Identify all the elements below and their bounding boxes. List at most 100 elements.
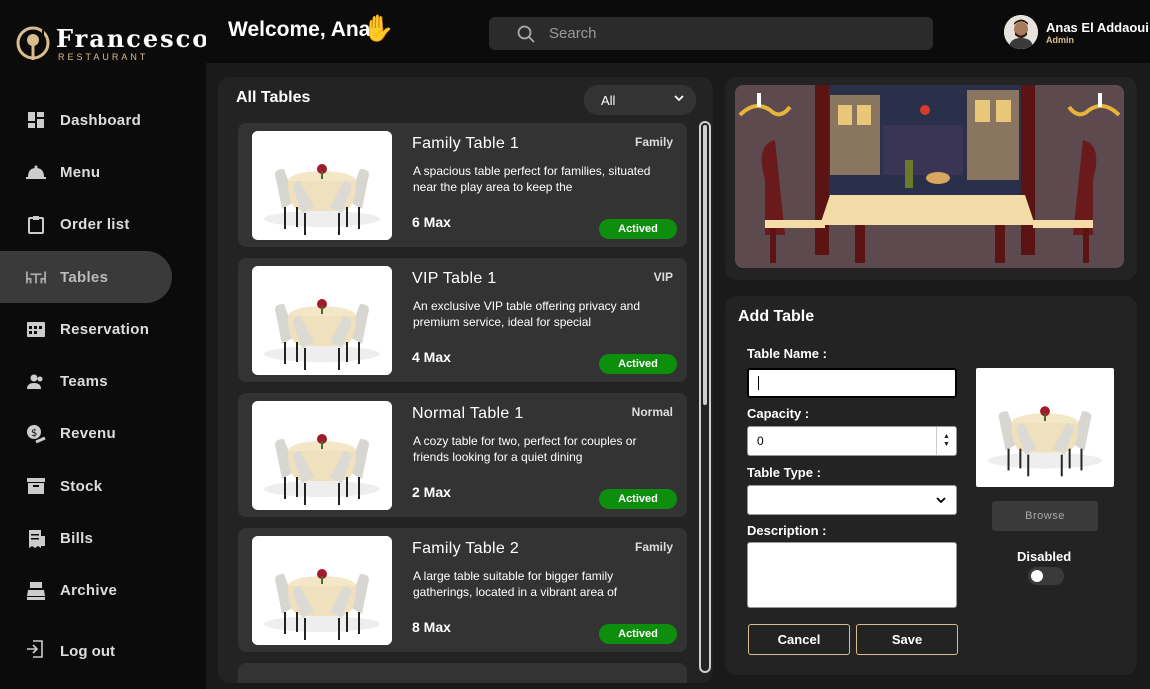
avatar[interactable] bbox=[1004, 15, 1038, 49]
table-capacity: 4 Max bbox=[412, 349, 451, 365]
logo[interactable]: Francesco RESTAURANT bbox=[16, 24, 208, 64]
stepper-arrows[interactable]: ▲ ▼ bbox=[936, 427, 956, 455]
scrollbar-thumb[interactable] bbox=[703, 125, 707, 405]
main-content: All Tables All Family Table 1 Family A s… bbox=[206, 63, 1150, 689]
scrollbar[interactable] bbox=[699, 121, 711, 673]
sidebar-item-label: Menu bbox=[60, 163, 101, 181]
panel-title: All Tables bbox=[236, 89, 311, 106]
form-title: Add Table bbox=[738, 308, 815, 325]
user-info: Anas El Addaoui Admin bbox=[1046, 20, 1149, 45]
sidebar-item-label: Order list bbox=[60, 216, 130, 234]
description-textarea[interactable] bbox=[747, 542, 957, 608]
capacity-value: 0 bbox=[757, 434, 764, 448]
table-name: Family Table 1 bbox=[412, 135, 520, 152]
table-name-label: Table Name : bbox=[747, 346, 827, 361]
sidebar-item-label: Tables bbox=[60, 268, 109, 286]
table-photo bbox=[252, 536, 392, 645]
status-badge: Actived bbox=[599, 489, 677, 509]
user-profile[interactable]: Anas El Addaoui Admin bbox=[1004, 15, 1149, 49]
sidebar-item-tables[interactable]: Tables bbox=[0, 250, 172, 304]
table-photo bbox=[976, 373, 1114, 482]
sidebar-item-teams[interactable]: Teams bbox=[0, 355, 172, 407]
logout-label: Log out bbox=[60, 642, 115, 660]
users-icon bbox=[26, 372, 46, 392]
status-badge: Actived bbox=[599, 219, 677, 239]
table-photo bbox=[252, 131, 392, 240]
text-caret bbox=[758, 376, 759, 390]
logout-button[interactable]: Log out bbox=[26, 640, 115, 662]
money-hand-icon: $ bbox=[26, 424, 46, 444]
logout-icon bbox=[26, 640, 44, 662]
disabled-toggle[interactable] bbox=[1028, 567, 1064, 585]
table-photo bbox=[252, 401, 392, 510]
sidebar-item-reservation[interactable]: Reservation bbox=[0, 303, 172, 355]
add-table-form: Add Table Table Name : Capacity : 0 ▲ ▼ … bbox=[725, 296, 1137, 675]
user-role: Admin bbox=[1046, 34, 1074, 45]
table-card[interactable]: Family Table 2 Family A large table suit… bbox=[238, 528, 687, 652]
sidebar-item-bills[interactable]: Bills bbox=[0, 512, 172, 564]
table-thumbnail bbox=[252, 401, 392, 510]
stepper-down-icon[interactable]: ▼ bbox=[943, 441, 950, 449]
dashboard-icon bbox=[26, 110, 46, 130]
table-card[interactable]: Normal Table 1 Normal A cozy table for t… bbox=[238, 393, 687, 517]
table-thumbnail bbox=[252, 131, 392, 240]
waving-hand-icon: ✋ bbox=[362, 14, 395, 44]
table-type-select[interactable] bbox=[747, 485, 957, 515]
all-tables-panel: All Tables All Family Table 1 Family A s… bbox=[218, 77, 713, 683]
search-bar[interactable] bbox=[489, 17, 933, 50]
chevron-down-icon bbox=[674, 95, 684, 102]
sidebar-item-order-list[interactable]: Order list bbox=[0, 199, 172, 251]
table-card[interactable]: VIP Table 1 VIP An exclusive VIP table o… bbox=[238, 258, 687, 382]
sidebar-item-dashboard[interactable]: Dashboard bbox=[0, 94, 172, 146]
filter-value: All bbox=[601, 92, 616, 108]
description-label: Description : bbox=[747, 523, 827, 538]
table-name: Normal Table 1 bbox=[412, 405, 524, 422]
table-thumbnail bbox=[252, 536, 392, 645]
table-type: VIP bbox=[653, 270, 673, 284]
clipboard-icon bbox=[26, 215, 46, 235]
sidebar-item-menu[interactable]: Menu bbox=[0, 146, 172, 198]
table-type: Family bbox=[634, 135, 673, 149]
table-description: A cozy table for two, perfect for couple… bbox=[413, 434, 637, 464]
stepper-up-icon[interactable]: ▲ bbox=[943, 433, 950, 441]
table-name-input[interactable] bbox=[747, 368, 957, 398]
table-card[interactable]: Family Table 1 Family A spacious table p… bbox=[238, 123, 687, 247]
sidebar-item-stock[interactable]: Stock bbox=[0, 460, 172, 512]
table-thumbnail bbox=[252, 266, 392, 375]
sidebar-item-label: Reservation bbox=[60, 320, 150, 338]
header: Welcome, Anas ✋ Anas El Addaoui Admin bbox=[206, 0, 1150, 63]
table-name: VIP Table 1 bbox=[412, 270, 497, 287]
capacity-label: Capacity : bbox=[747, 406, 810, 421]
table-description: An exclusive VIP table offering privacy … bbox=[413, 299, 641, 329]
sidebar-item-label: Teams bbox=[60, 373, 108, 391]
table-name: Family Table 2 bbox=[412, 540, 520, 557]
table-capacity: 8 Max bbox=[412, 619, 451, 635]
sidebar-item-archive[interactable]: Archive bbox=[0, 565, 172, 617]
browse-button[interactable]: Browse bbox=[992, 501, 1098, 531]
capacity-stepper[interactable]: 0 ▲ ▼ bbox=[747, 426, 957, 456]
app-subtitle: RESTAURANT bbox=[58, 52, 149, 62]
sidebar-item-label: Dashboard bbox=[60, 111, 142, 129]
toggle-knob[interactable] bbox=[1031, 570, 1043, 582]
sidebar-item-label: Bills bbox=[60, 530, 94, 548]
sidebar-item-revenu[interactable]: $ Revenu bbox=[0, 408, 172, 460]
sidebar-nav: Dashboard Menu Order list Tables Reserva… bbox=[0, 94, 206, 617]
table-capacity: 2 Max bbox=[412, 484, 451, 500]
table-card[interactable] bbox=[238, 663, 687, 683]
table-filter-select[interactable]: All bbox=[584, 85, 696, 115]
search-input[interactable] bbox=[549, 25, 909, 42]
save-button[interactable]: Save bbox=[856, 624, 958, 655]
cancel-button[interactable]: Cancel bbox=[748, 624, 850, 655]
table-photo bbox=[252, 266, 392, 375]
status-badge: Actived bbox=[599, 624, 677, 644]
table-type: Family bbox=[634, 540, 673, 554]
table-capacity: 6 Max bbox=[412, 214, 451, 230]
sidebar-item-label: Revenu bbox=[60, 425, 116, 443]
receipt-icon bbox=[26, 529, 46, 549]
table-description: A large table suitable for bigger family… bbox=[413, 569, 618, 599]
user-name: Anas El Addaoui bbox=[1046, 19, 1149, 35]
disabled-label: Disabled bbox=[1017, 549, 1072, 564]
logo-icon bbox=[16, 26, 50, 60]
tables-list: Family Table 1 Family A spacious table p… bbox=[238, 123, 687, 683]
cloche-icon bbox=[26, 162, 46, 182]
